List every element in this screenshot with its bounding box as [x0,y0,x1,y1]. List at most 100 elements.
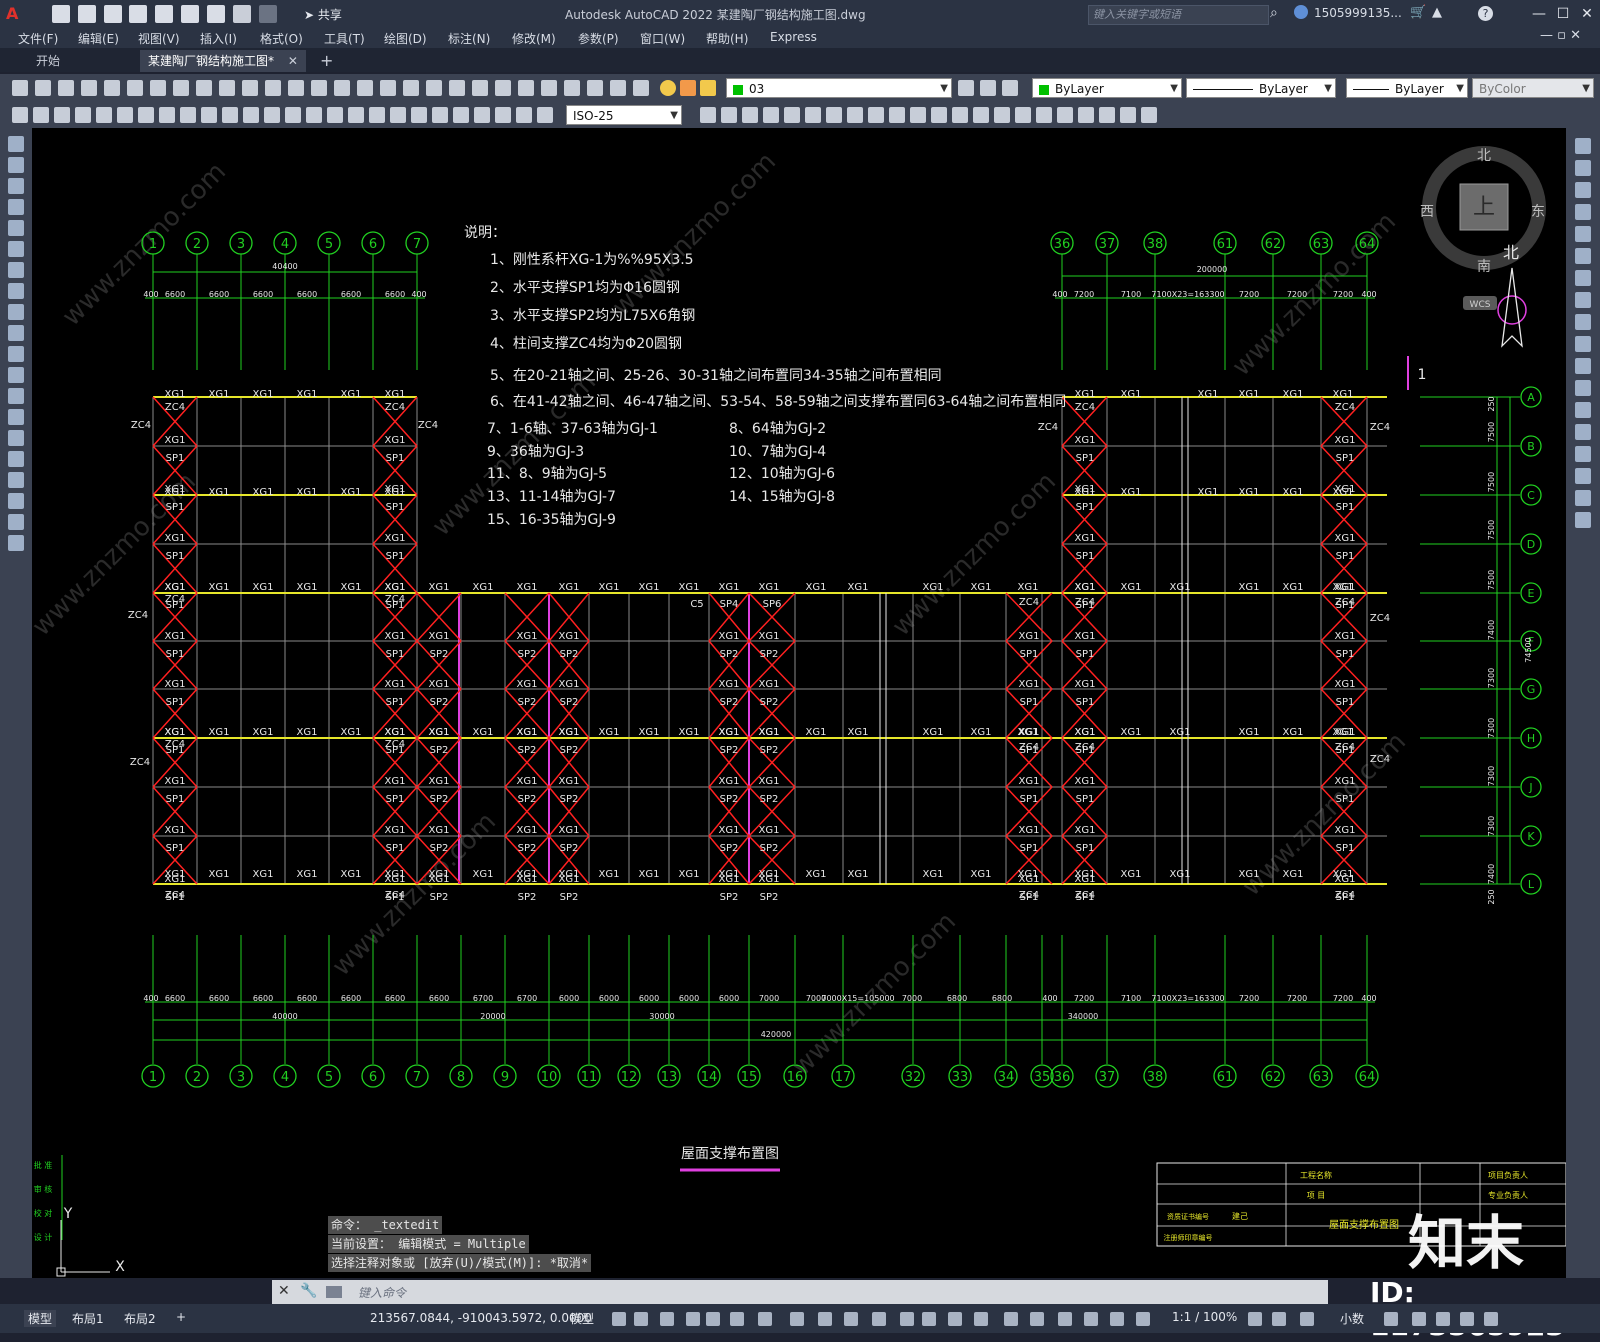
dimstyle-dropdown[interactable]: ISO-25 ▼ [566,105,682,125]
dim-tool-45-icon[interactable] [1078,107,1094,123]
draw-tool-11-icon[interactable] [8,346,24,362]
minimize-icon[interactable]: — [1527,4,1551,24]
menu-help[interactable]: 帮助(H) [706,30,748,47]
standard-tool-6-icon[interactable] [127,80,143,96]
draw-tool-3-icon[interactable] [8,178,24,194]
dim-tool-2-icon[interactable] [33,107,49,123]
draw-tool-1-icon[interactable] [8,136,24,152]
status-toggle-24-icon[interactable] [1300,1312,1314,1326]
status-toggle-27-icon[interactable] [1436,1312,1450,1326]
standard-tool-10-icon[interactable] [219,80,235,96]
modify-tool-10-icon[interactable] [1575,336,1591,352]
dim-tool-15-icon[interactable] [306,107,322,123]
status-toggle-16-icon[interactable] [1004,1312,1018,1326]
dim-tool-29-icon[interactable] [742,107,758,123]
status-toggle-26-icon[interactable] [1412,1312,1426,1326]
status-toggle-15-icon[interactable] [974,1312,988,1326]
search-icon[interactable]: ⌕ [1270,5,1278,21]
layer-previous-icon[interactable] [980,80,996,96]
color-dropdown[interactable]: ByLayer ▼ [1032,78,1182,98]
tab-close-icon[interactable]: ✕ [288,54,298,68]
dim-tool-40-icon[interactable] [973,107,989,123]
modify-tool-12-icon[interactable] [1575,380,1591,396]
undo-icon[interactable] [232,5,251,23]
standard-tool-15-icon[interactable] [334,80,350,96]
dim-tool-10-icon[interactable] [201,107,217,123]
status-toggle-10-icon[interactable] [844,1312,858,1326]
status-toggle-18-icon[interactable] [1058,1312,1072,1326]
layer-lock-icon[interactable] [700,80,716,96]
draw-tool-14-icon[interactable] [8,409,24,425]
save-icon[interactable] [103,5,122,23]
standard-tool-19-icon[interactable] [426,80,442,96]
command-recent-icon[interactable] [326,1286,342,1298]
modify-tool-13-icon[interactable] [1575,402,1591,418]
dim-tool-12-icon[interactable] [243,107,259,123]
draw-tool-13-icon[interactable] [8,388,24,404]
status-toggle-3-icon[interactable] [660,1312,674,1326]
standard-tool-4-icon[interactable] [81,80,97,96]
status-toggle-29-icon[interactable] [1484,1312,1498,1326]
dim-tool-39-icon[interactable] [952,107,968,123]
standard-tool-14-icon[interactable] [311,80,327,96]
standard-tool-24-icon[interactable] [541,80,557,96]
status-toggle-28-icon[interactable] [1460,1312,1474,1326]
dim-tool-26-icon[interactable] [537,107,553,123]
draw-tool-19-icon[interactable] [8,514,24,530]
customize-command-icon[interactable]: 🔧 [300,1283,317,1299]
layer-dropdown[interactable]: 03 ▼ [726,78,952,98]
open-file-icon[interactable] [77,5,96,23]
user-icon[interactable] [1294,5,1308,19]
modify-tool-9-icon[interactable] [1575,314,1591,330]
modify-tool-14-icon[interactable] [1575,424,1591,440]
standard-tool-28-icon[interactable] [633,80,649,96]
close-command-icon[interactable]: ✕ [278,1283,290,1299]
menu-draw[interactable]: 绘图(D) [384,30,427,47]
status-toggle-5-icon[interactable] [706,1312,720,1326]
status-toggle-20-icon[interactable] [1110,1312,1124,1326]
dim-tool-16-icon[interactable] [327,107,343,123]
status-toggle-25-icon[interactable] [1384,1312,1398,1326]
dim-tool-44-icon[interactable] [1057,107,1073,123]
menu-window[interactable]: 窗口(W) [640,30,685,47]
lineweight-dropdown[interactable]: ByLayer ▼ [1346,78,1468,98]
dim-tool-32-icon[interactable] [805,107,821,123]
dim-tool-13-icon[interactable] [264,107,280,123]
menu-edit[interactable]: 编辑(E) [78,30,119,47]
add-layout-button[interactable]: + [176,1310,186,1324]
modify-tool-3-icon[interactable] [1575,182,1591,198]
dim-tool-6-icon[interactable] [117,107,133,123]
menu-format[interactable]: 格式(O) [260,30,303,47]
tab-document[interactable]: 某建陶厂钢结构施工图* ✕ [140,50,306,72]
plot-icon[interactable] [206,5,225,23]
dim-tool-43-icon[interactable] [1036,107,1052,123]
dim-tool-14-icon[interactable] [285,107,301,123]
dim-tool-41-icon[interactable] [994,107,1010,123]
dim-tool-46-icon[interactable] [1099,107,1115,123]
menu-view[interactable]: 视图(V) [138,30,180,47]
standard-tool-11-icon[interactable] [242,80,258,96]
dim-tool-47-icon[interactable] [1120,107,1136,123]
dim-tool-1-icon[interactable] [12,107,28,123]
draw-tool-20-icon[interactable] [8,535,24,551]
menu-insert[interactable]: 插入(I) [200,30,237,47]
standard-tool-16-icon[interactable] [357,80,373,96]
status-toggle-2-icon[interactable] [634,1312,648,1326]
status-toggle-11-icon[interactable] [872,1312,886,1326]
standard-tool-9-icon[interactable] [196,80,212,96]
modify-tool-5-icon[interactable] [1575,226,1591,242]
status-toggle-22-icon[interactable] [1248,1312,1262,1326]
modify-tool-18-icon[interactable] [1575,512,1591,528]
dim-tool-28-icon[interactable] [721,107,737,123]
menu-parametric[interactable]: 参数(P) [578,30,619,47]
redo-icon[interactable] [258,5,277,23]
standard-tool-27-icon[interactable] [610,80,626,96]
status-toggle-12-icon[interactable] [900,1312,914,1326]
save-as-icon[interactable] [129,5,148,23]
dim-tool-35-icon[interactable] [868,107,884,123]
status-toggle-8-icon[interactable] [790,1312,804,1326]
standard-tool-26-icon[interactable] [587,80,603,96]
status-toggle-19-icon[interactable] [1084,1312,1098,1326]
standard-tool-21-icon[interactable] [472,80,488,96]
standard-tool-8-icon[interactable] [173,80,189,96]
